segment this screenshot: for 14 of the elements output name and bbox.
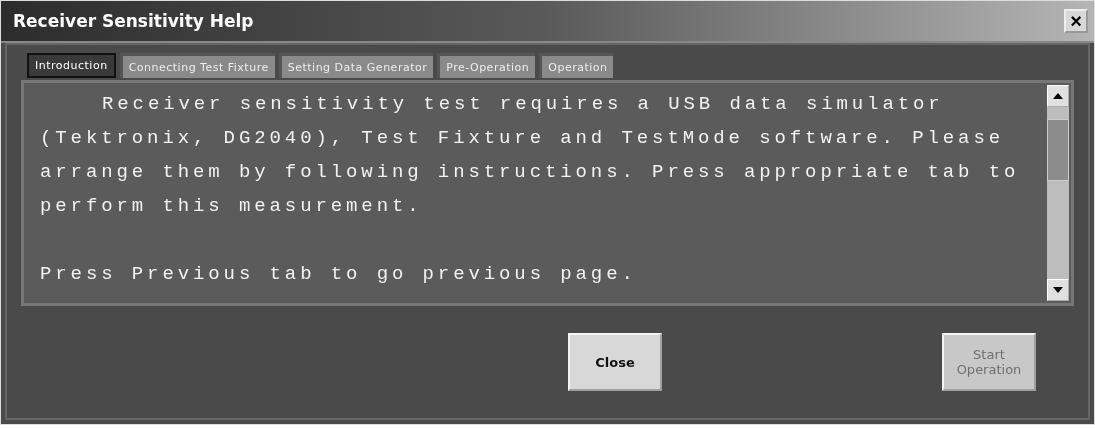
- scroll-down-icon[interactable]: [1047, 279, 1069, 301]
- help-paragraph: Receiver sensitivity test requires a USB data simulator (Tektronix, DG2040), Test Fixture and TestMode software. Please arrange them by following instructions. Press appropriate tab to perform this measurement.: [40, 92, 1021, 219]
- window-title: Receiver Sensitivity Help: [13, 11, 254, 31]
- tab[interactable]: Pre-Operation: [437, 53, 536, 78]
- tab[interactable]: Operation: [539, 53, 614, 78]
- scroll-thumb[interactable]: [1047, 119, 1069, 181]
- dialog-button[interactable]: Close: [568, 333, 662, 391]
- scrollbar[interactable]: [1047, 85, 1069, 301]
- help-paragraph: Press Previous tab to go previous page.: [40, 262, 638, 287]
- tab[interactable]: Introduction: [27, 53, 116, 78]
- tab[interactable]: Setting Data Generator: [278, 53, 434, 78]
- close-button[interactable]: ×: [1064, 9, 1088, 33]
- tab[interactable]: Connecting Test Fixture: [119, 53, 275, 78]
- scroll-up-icon[interactable]: [1047, 85, 1069, 107]
